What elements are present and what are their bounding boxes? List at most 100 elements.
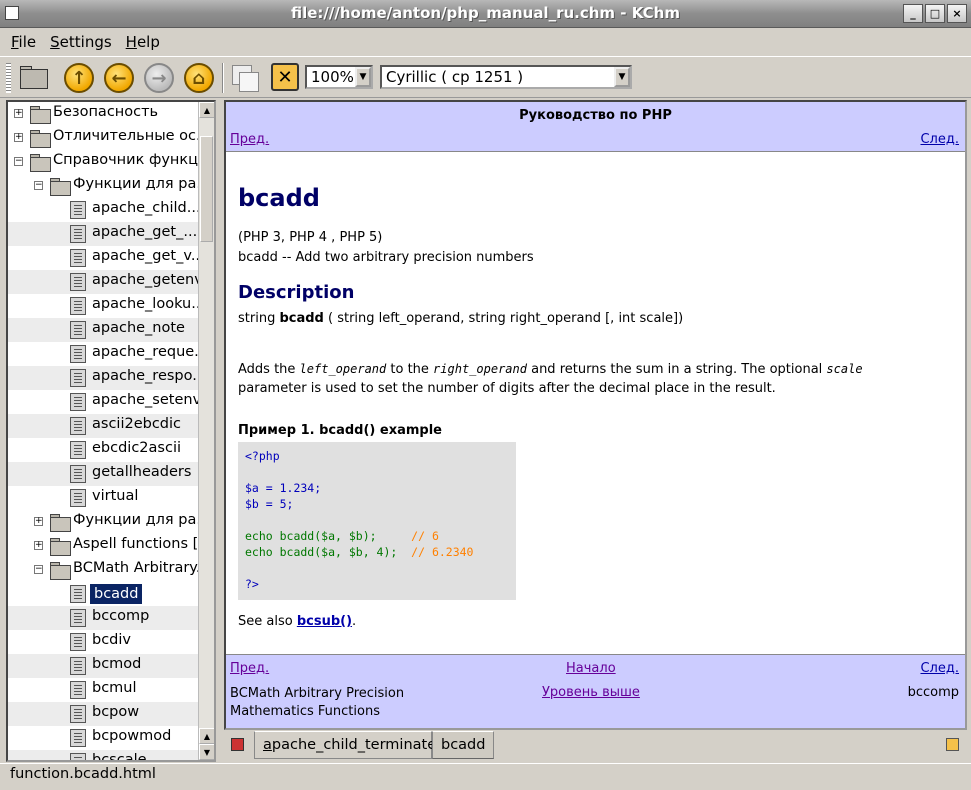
status-text: function.bcadd.html — [10, 766, 156, 782]
tree-folder-item[interactable]: + Функции для ра... — [8, 510, 210, 534]
tree-item-label: Справочник функций — [53, 152, 216, 168]
footer-next-link[interactable]: След. — [920, 661, 959, 676]
tree-item-label: apache_child... — [92, 200, 201, 216]
tree-page-item[interactable]: bcpow — [8, 702, 200, 726]
collapse-icon[interactable]: − — [14, 157, 23, 166]
toolbar-separator — [222, 63, 224, 93]
see-also: See also bcsub(). — [238, 614, 357, 629]
home-icon[interactable]: ⌂ — [184, 63, 216, 93]
zoom-value: 100% — [311, 68, 354, 86]
document-icon — [70, 609, 86, 627]
tree-page-item[interactable]: apache_get_... — [8, 222, 200, 246]
tree-page-item[interactable]: apache_looku... — [8, 294, 205, 318]
chevron-down-icon[interactable]: ▼ — [355, 67, 371, 87]
scroll-up-button[interactable]: ▲ — [199, 102, 214, 118]
tree-folder-item[interactable]: − BCMath Arbitrary... — [8, 558, 210, 582]
tree-item-label: apache_note — [92, 320, 185, 336]
tree-item-label: ascii2ebcdic — [92, 416, 181, 432]
tree-folder-item[interactable]: + Aspell functions [... — [8, 534, 212, 558]
tree-page-item[interactable]: apache_respo... — [8, 366, 206, 390]
tree-page-item[interactable]: apache_child... — [8, 198, 201, 222]
scroll-thumb[interactable] — [200, 136, 213, 242]
prev-link[interactable]: Пред. — [230, 132, 269, 147]
tree-item-label: bcadd — [90, 584, 143, 604]
menu-settings[interactable]: Settings — [43, 33, 119, 51]
back-arrow-icon[interactable]: ← — [104, 63, 136, 93]
zoom-select[interactable]: 100% ▼ — [305, 65, 373, 89]
tree-item-label: virtual — [92, 488, 139, 504]
menu-file[interactable]: File — [4, 33, 43, 51]
tree-page-item[interactable]: apache_getenv — [8, 270, 203, 294]
tree-item-label: apache_get_v... — [92, 248, 205, 264]
next-link[interactable]: След. — [920, 132, 959, 147]
open-folder-icon[interactable] — [18, 63, 50, 93]
tab-apache-child-terminate[interactable]: a pache_child_terminate — [254, 731, 436, 759]
menu-help[interactable]: Help — [119, 33, 167, 51]
title-bar: file:///home/anton/php_manual_ru.chm - K… — [0, 0, 971, 28]
document-icon — [70, 705, 86, 723]
tree-page-item[interactable]: bcmod — [8, 654, 200, 678]
footer-up-link[interactable]: Уровень выше — [542, 685, 640, 700]
tree-folder-item[interactable]: + Отличительные ос... — [8, 126, 210, 150]
tree-item-label: Безопасность — [53, 104, 159, 120]
tree-scrollbar[interactable]: ▲ ▲ ▼ — [198, 102, 214, 760]
folder-icon — [50, 514, 71, 532]
forward-arrow-icon[interactable]: → — [144, 63, 176, 93]
contents-tree[interactable]: bcscale bcpowmod bcpow bcmul bcmod bcdiv bccom… — [6, 100, 216, 762]
tree-page-item[interactable]: bcadd — [8, 582, 200, 606]
window-title: file:///home/anton/php_manual_ru.chm - K… — [290, 4, 680, 22]
tree-page-item[interactable]: ascii2ebcdic — [8, 414, 200, 438]
toolbar-grip[interactable] — [6, 63, 11, 93]
content-view[interactable]: Руководство по PHP Пред. След. bcadd (PH… — [224, 100, 967, 730]
expand-icon[interactable]: + — [34, 517, 43, 526]
expand-icon[interactable]: + — [14, 133, 23, 142]
copy-icon[interactable] — [230, 63, 262, 93]
tree-item-label: bcscale — [92, 752, 147, 762]
nav-footer: Пред. Начало След. BCMath Arbitrary Prec… — [226, 654, 965, 728]
tree-item-label: bcdiv — [92, 632, 131, 648]
document-icon — [70, 753, 86, 760]
tree-page-item[interactable]: bcmul — [8, 678, 200, 702]
chevron-down-icon[interactable]: ▼ — [614, 67, 630, 87]
tree-page-item[interactable]: apache_setenv — [8, 390, 201, 414]
folder-icon — [50, 538, 71, 556]
tree-item-label: bccomp — [92, 608, 150, 624]
tree-item-label: BCMath Arbitrary... — [73, 560, 210, 576]
encoding-select[interactable]: Cyrillic ( cp 1251 ) ▼ — [380, 65, 632, 89]
folder-icon — [50, 178, 71, 196]
document-icon — [70, 681, 86, 699]
scroll-up-button[interactable]: ▲ — [199, 728, 214, 744]
expand-icon[interactable]: + — [34, 541, 43, 550]
close-tab-icon[interactable]: ✕ — [271, 63, 299, 91]
tree-page-item[interactable]: getallheaders — [8, 462, 200, 486]
collapse-icon[interactable]: − — [34, 565, 43, 574]
scroll-down-button[interactable]: ▼ — [199, 744, 214, 760]
footer-prev-link[interactable]: Пред. — [230, 661, 269, 676]
footer-home-link[interactable]: Начало — [566, 661, 616, 676]
maximize-button[interactable]: □ — [925, 4, 945, 23]
tree-page-item[interactable]: apache_reque... — [8, 342, 208, 366]
tree-page-item[interactable]: ebcdic2ascii — [8, 438, 200, 462]
tree-page-item[interactable]: apache_note — [8, 318, 200, 342]
tree-page-item[interactable]: virtual — [8, 486, 200, 510]
tree-page-item[interactable]: bcscale — [8, 750, 200, 762]
tree-item-label: apache_get_... — [92, 224, 198, 240]
bcsub-link[interactable]: bcsub() — [297, 614, 352, 629]
close-tab-icon[interactable] — [946, 738, 959, 751]
expand-icon[interactable]: + — [14, 109, 23, 118]
document-icon — [70, 249, 86, 267]
tree-page-item[interactable]: bccomp — [8, 606, 200, 630]
tree-page-item[interactable]: bcdiv — [8, 630, 200, 654]
collapse-icon[interactable]: − — [34, 181, 43, 190]
tree-folder-item[interactable]: + Безопасность — [8, 102, 200, 126]
new-tab-icon[interactable] — [231, 738, 244, 751]
tree-page-item[interactable]: apache_get_v... — [8, 246, 205, 270]
tab-bcadd[interactable]: bcadd — [432, 731, 494, 759]
up-arrow-icon[interactable]: ↑ — [64, 63, 96, 93]
tree-folder-item[interactable]: − Справочник функций — [8, 150, 214, 174]
close-window-button[interactable]: × — [947, 4, 967, 23]
minimize-button[interactable]: _ — [903, 4, 923, 23]
tree-item-label: apache_getenv — [92, 272, 203, 288]
tree-page-item[interactable]: bcpowmod — [8, 726, 200, 750]
tree-folder-item[interactable]: − Функции для ра... — [8, 174, 210, 198]
